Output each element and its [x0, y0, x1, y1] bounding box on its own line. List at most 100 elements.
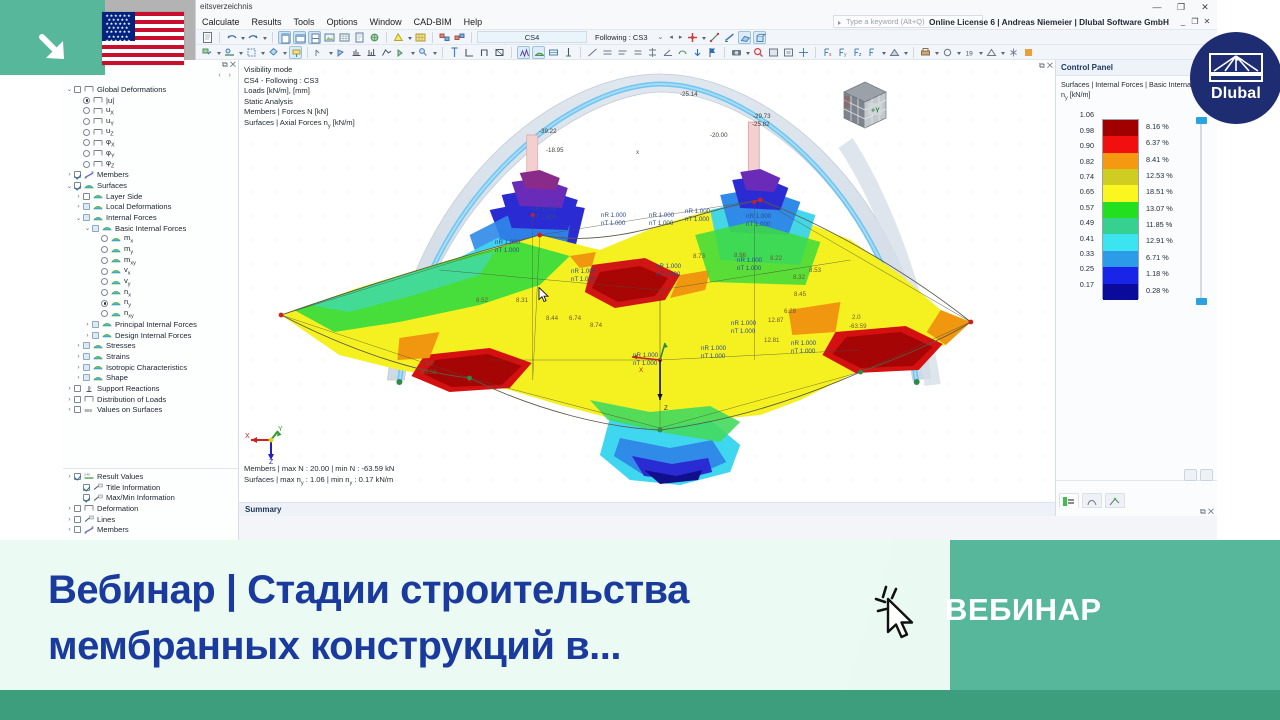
camera-icon[interactable] — [730, 46, 743, 59]
tree-checkbox[interactable] — [74, 515, 81, 523]
zoom-all-icon[interactable] — [782, 46, 795, 59]
control-panel-float-icon[interactable]: ⧉ — [1200, 507, 1206, 516]
parallel-lines-icon[interactable] — [601, 46, 614, 59]
view-x-icon[interactable]: x — [821, 46, 834, 59]
tree-expander-icon[interactable]: › — [65, 406, 74, 413]
navigator-next-icon[interactable]: › — [229, 72, 234, 79]
stage-dropdown-icon[interactable]: ⌄ — [656, 33, 666, 41]
construction-stage-select[interactable]: CS4 — [477, 31, 587, 43]
legend-range-slider[interactable] — [1196, 115, 1207, 306]
tree-row[interactable]: mx — [63, 233, 238, 245]
load-combination-icon[interactable] — [453, 31, 466, 44]
material-icon[interactable] — [267, 46, 280, 59]
view-iso-icon[interactable] — [866, 46, 879, 59]
tree-checkbox[interactable] — [83, 363, 90, 371]
isolate-icon[interactable] — [941, 46, 954, 59]
tree-row[interactable]: › Local Deformations — [63, 202, 238, 213]
view-tile-icon[interactable] — [308, 30, 321, 44]
toolbar-row-1[interactable]: CS4 Following : CS3 ⌄ ◂ ▸ — [196, 30, 1217, 45]
control-panel-tabs[interactable] — [1059, 493, 1125, 508]
thickness-dropdown-icon[interactable] — [260, 46, 265, 59]
tree-row[interactable]: ⌄ Basic Internal Forces — [63, 223, 238, 234]
toolbar-row-2[interactable]: x y z 19 — [196, 45, 1217, 60]
tree-row[interactable]: › Principal Internal Forces — [63, 319, 238, 330]
tree-row[interactable]: › Lines — [63, 514, 238, 525]
parallel-lines-alt2-icon[interactable] — [631, 46, 644, 59]
tree-row[interactable]: mxy — [63, 255, 238, 266]
tree-radio[interactable] — [83, 96, 90, 104]
tree-row[interactable]: › Members — [63, 170, 238, 181]
control-panel-close-icon[interactable]: ✕ — [1208, 507, 1214, 516]
menu-item-window[interactable]: Window — [370, 17, 402, 27]
load-case-icon[interactable] — [438, 31, 451, 44]
material-dropdown-icon[interactable] — [282, 46, 287, 59]
tree-row[interactable]: Title Information — [63, 482, 238, 493]
tree-radio[interactable] — [101, 278, 108, 286]
picture-icon[interactable] — [323, 31, 336, 44]
tab-color-spectrum[interactable] — [1059, 493, 1079, 508]
print-dropdown-icon[interactable] — [934, 46, 939, 59]
grid-toggle-icon[interactable] — [414, 31, 427, 44]
legend-scale-icon[interactable] — [1200, 469, 1213, 481]
tree-row[interactable]: › Strains — [63, 351, 238, 362]
view-split-icon[interactable] — [293, 30, 306, 44]
navigation-cube[interactable]: +Y — [830, 70, 900, 140]
tree-radio[interactable] — [83, 149, 90, 157]
clipping-plane-dropdown-icon[interactable] — [903, 46, 908, 59]
view-z-icon[interactable]: z — [851, 46, 864, 59]
new-line-icon[interactable] — [708, 31, 721, 44]
tree-radio[interactable] — [101, 310, 108, 318]
tree-row[interactable]: ⌄ Global Deformations — [63, 84, 238, 95]
download-icon[interactable] — [691, 46, 704, 59]
nodal-support-icon[interactable] — [201, 46, 214, 59]
tree-checkbox[interactable] — [92, 320, 99, 328]
tree-row[interactable]: › Isotropic Characteristics — [63, 362, 238, 373]
tree-expander-icon[interactable]: › — [74, 193, 83, 200]
tree-row[interactable]: ⌄ Internal Forces — [63, 212, 238, 223]
tree-expander-icon[interactable]: › — [65, 473, 74, 480]
inner-restore-button[interactable]: ❐ — [1189, 14, 1201, 30]
tree-expander-icon[interactable]: ⌄ — [74, 214, 83, 222]
result-value-dropdown-icon[interactable] — [410, 46, 415, 59]
tree-row[interactable]: › Distribution of Loads — [63, 394, 238, 405]
tree-row[interactable]: ⌄ Surfaces — [63, 180, 238, 191]
stage-prev-button[interactable]: ◂ — [667, 33, 675, 41]
tree-expander-icon[interactable]: ⌄ — [65, 182, 74, 190]
tree-row[interactable]: vy — [63, 276, 238, 287]
tree-expander-icon[interactable]: › — [83, 321, 92, 328]
view-y-icon[interactable]: y — [836, 46, 849, 59]
tree-checkbox[interactable] — [83, 494, 90, 502]
tree-checkbox[interactable] — [83, 483, 90, 491]
tree-row[interactable]: › z Support Reactions — [63, 383, 238, 394]
tree-expander-icon[interactable]: ⌄ — [65, 85, 74, 93]
section-icon[interactable] — [380, 46, 393, 59]
legend-slider-knob-top[interactable] — [1196, 117, 1207, 125]
report-icon[interactable] — [353, 31, 366, 44]
show-results-icon[interactable] — [517, 45, 530, 59]
tree-expander-icon[interactable]: › — [74, 374, 83, 381]
support-display-icon[interactable] — [562, 46, 575, 59]
legend-settings-icon[interactable] — [1184, 469, 1197, 481]
tree-radio[interactable] — [83, 160, 90, 168]
tree-expander-icon[interactable]: › — [74, 353, 83, 360]
redo-icon[interactable] — [247, 31, 260, 44]
tree-row[interactable]: › Layer Side — [63, 191, 238, 202]
zoom-window-icon[interactable] — [767, 46, 780, 59]
tree-row[interactable]: nx — [63, 287, 238, 298]
dimension-dropdown-icon[interactable] — [328, 46, 333, 59]
tree-row[interactable]: ny — [63, 297, 238, 309]
pin-result-dropdown-icon[interactable] — [432, 46, 437, 59]
tree-checkbox[interactable] — [74, 385, 81, 393]
annotate-dropdown-icon[interactable] — [978, 46, 983, 59]
navigator-paging[interactable]: ‹ › — [218, 72, 234, 79]
tree-radio[interactable] — [101, 288, 108, 296]
control-panel-mini-toolbar[interactable] — [1184, 469, 1213, 481]
result-value-icon[interactable] — [395, 46, 408, 59]
wireframe-icon[interactable] — [1007, 46, 1020, 59]
tree-expander-icon[interactable]: › — [65, 516, 74, 523]
tree-radio[interactable] — [83, 107, 90, 115]
tree-radio[interactable] — [101, 299, 108, 307]
tree-radio[interactable] — [101, 267, 108, 275]
load-icon[interactable] — [289, 45, 302, 59]
viewport-dock-controls[interactable]: ⧉ ✕ — [1039, 61, 1053, 71]
